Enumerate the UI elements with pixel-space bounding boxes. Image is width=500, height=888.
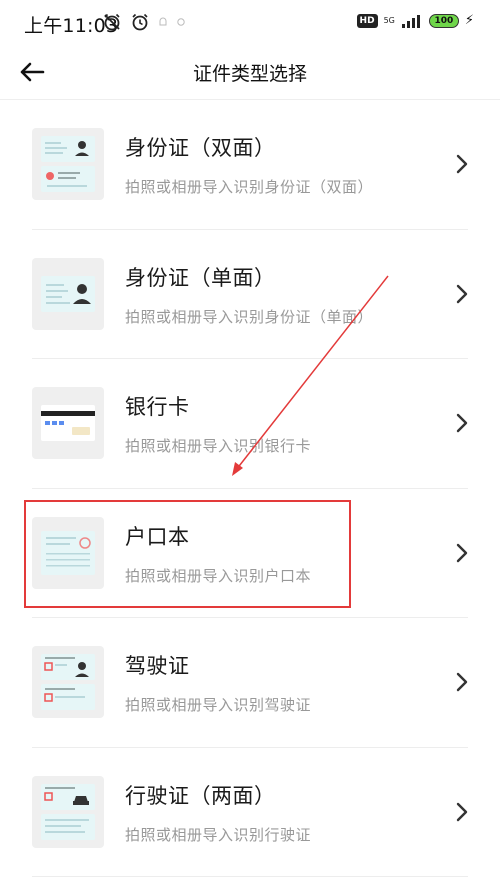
nav-bar: 证件类型选择 [0, 46, 500, 100]
item-subtitle: 拍照或相册导入识别行驶证 [125, 825, 312, 844]
list-item-bank-card[interactable]: 银行卡 拍照或相册导入识别银行卡 [0, 359, 500, 489]
item-title: 身份证（单面） [125, 265, 276, 290]
list-item-household-register[interactable]: 户口本 拍照或相册导入识别户口本 [0, 489, 500, 618]
chevron-right-icon [456, 154, 468, 174]
status-bar: 上午11:03 HD 5G 100 ⚡ [0, 0, 500, 46]
item-title: 银行卡 [125, 395, 190, 419]
item-title: 驾驶证 [125, 654, 190, 678]
alarm-off-icon [104, 13, 120, 31]
alarm-clock-icon [132, 13, 148, 31]
thumbnail [32, 516, 104, 589]
battery-level: 100 [434, 15, 454, 26]
vehicle-license-icon [41, 783, 95, 840]
page-title: 证件类型选择 [192, 63, 307, 85]
chevron-right-icon [456, 284, 468, 303]
list-item-driver-license[interactable]: 驾驶证 拍照或相册导入识别驾驶证 [0, 618, 500, 748]
thumbnail [32, 646, 104, 718]
driver-license-icon [41, 654, 95, 710]
chevron-right-icon [456, 413, 468, 433]
divider [32, 876, 468, 877]
list-item-vehicle-license[interactable]: 行驶证（两面） 拍照或相册导入识别行驶证 [0, 748, 500, 877]
item-title: 户口本 [125, 524, 190, 549]
item-title: 身份证（双面） [125, 136, 276, 160]
app-small-icon [177, 18, 185, 26]
signal-icon [401, 14, 420, 28]
item-subtitle: 拍照或相册导入识别驾驶证 [125, 696, 312, 714]
thumbnail [32, 387, 104, 459]
status-icons-right: HD 5G 100 ⚡ [356, 13, 474, 28]
document-type-list: 身份证（双面） 拍照或相册导入识别身份证（双面） 身份证（单面） 拍照或相册导入… [0, 100, 500, 877]
charging-icon: ⚡ [464, 13, 474, 28]
item-subtitle: 拍照或相册导入识别户口本 [125, 566, 312, 585]
household-register-icon [41, 530, 95, 575]
item-subtitle: 拍照或相册导入识别身份证（双面） [125, 178, 374, 196]
notification-small-icon [159, 17, 167, 26]
id-card-double-icon [41, 136, 95, 192]
id-card-single-icon [41, 275, 95, 312]
item-subtitle: 拍照或相册导入识别银行卡 [125, 437, 312, 455]
chevron-right-icon [456, 543, 468, 562]
list-item-id-card-single[interactable]: 身份证（单面） 拍照或相册导入识别身份证（单面） [0, 230, 500, 359]
thumbnail [32, 775, 104, 848]
chevron-right-icon [456, 672, 468, 692]
network-type: 5G [383, 15, 395, 25]
hd-badge: HD [356, 13, 378, 28]
item-subtitle: 拍照或相册导入识别身份证（单面） [125, 307, 374, 326]
thumbnail [32, 257, 104, 330]
battery-icon: 100 [428, 13, 459, 28]
list-item-id-card-double[interactable]: 身份证（双面） 拍照或相册导入识别身份证（双面） [0, 100, 500, 230]
thumbnail [32, 128, 104, 200]
status-icons-left [102, 12, 186, 32]
item-title: 行驶证（两面） [125, 783, 276, 808]
chevron-right-icon [456, 802, 468, 821]
bank-card-icon [41, 405, 95, 441]
